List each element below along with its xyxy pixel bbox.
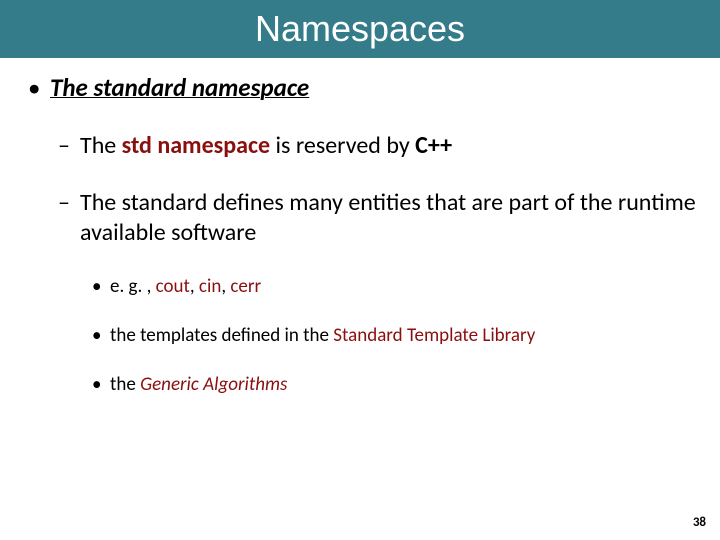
bullet-dot: • (28, 72, 50, 103)
keyword-cpp: C++ (415, 131, 452, 160)
bullet-level2-body: The std namespace is reserved by C++ (80, 131, 696, 160)
text: The (80, 131, 122, 160)
bullet-level1: • The standard namespace (28, 72, 696, 103)
bullet-level2: – The std namespace is reserved by C++ (58, 131, 696, 160)
text: the templates defined in the (110, 324, 333, 347)
page-number: 38 (693, 515, 706, 530)
text: is reserved by (270, 131, 415, 160)
bullet-level1-text: The standard namespace (50, 72, 309, 103)
title-bar: Namespaces (0, 0, 720, 58)
text: , (221, 275, 230, 298)
bullet-level3-body: e. g. , cout, cin, cerr (110, 275, 696, 298)
keyword-cout: cout (156, 275, 190, 298)
bullet-level2-text: The standard defines many entities that … (80, 188, 696, 247)
bullet-dash: – (58, 188, 80, 247)
bullet-dot: • (92, 373, 110, 396)
bullet-level3: • e. g. , cout, cin, cerr (92, 275, 696, 298)
keyword-cin: cin (199, 275, 221, 298)
bullet-level2: – The standard defines many entities tha… (58, 188, 696, 247)
bullet-level3: • the templates defined in the Standard … (92, 324, 696, 347)
slide: Namespaces • The standard namespace – Th… (0, 0, 720, 540)
bullet-dot: • (92, 324, 110, 347)
text: , (190, 275, 199, 298)
bullet-level3: • the Generic Algorithms (92, 373, 696, 396)
bullet-level3-body: the templates defined in the Standard Te… (110, 324, 696, 347)
text: e. g. , (110, 275, 156, 298)
bullet-dash: – (58, 131, 80, 160)
keyword-generic-algorithms: Generic Algorithms (140, 373, 287, 396)
keyword-std-namespace: std namespace (122, 131, 270, 160)
keyword-cerr: cerr (230, 275, 261, 298)
text: the (110, 373, 140, 396)
content-area: • The standard namespace – The std names… (0, 58, 720, 396)
keyword-stl: Standard Template Library (333, 324, 535, 347)
bullet-level3-body: the Generic Algorithms (110, 373, 696, 396)
slide-title: Namespaces (255, 8, 465, 50)
bullet-dot: • (92, 275, 110, 298)
